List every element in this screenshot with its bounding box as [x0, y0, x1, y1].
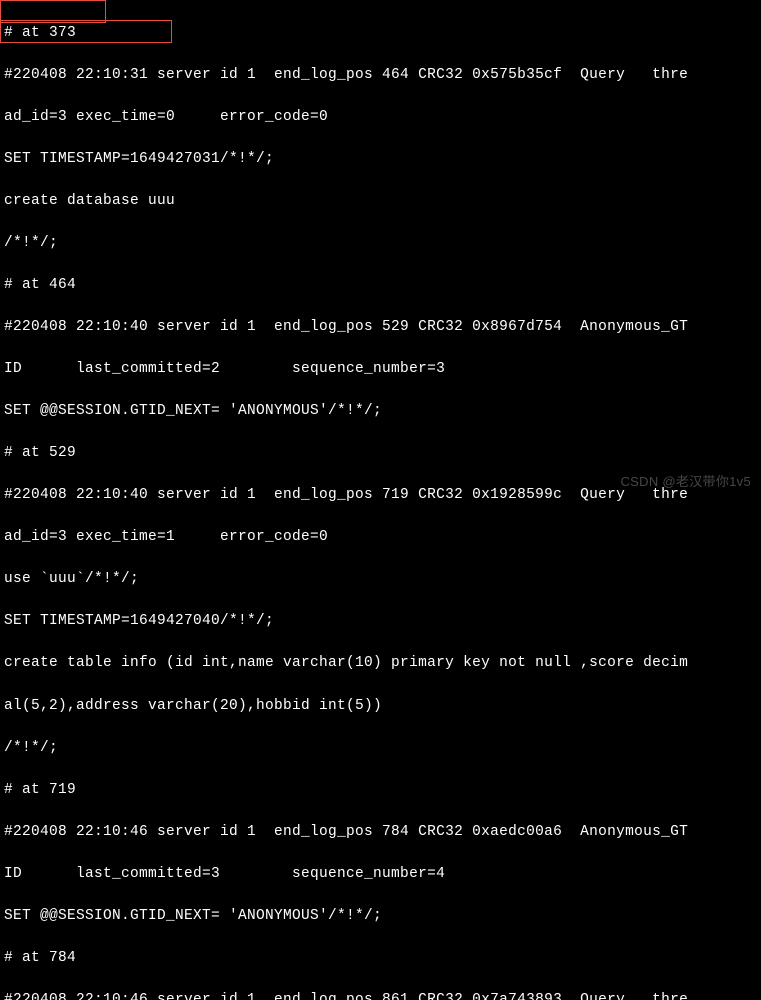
terminal-line: #220408 22:10:31 server id 1 end_log_pos…: [4, 65, 757, 86]
terminal-line: # at 373: [4, 23, 757, 44]
terminal-line: /*!*/;: [4, 738, 757, 759]
terminal-line: ID last_committed=2 sequence_number=3: [4, 359, 757, 380]
watermark-text: CSDN @老汉带你1v5: [620, 473, 751, 492]
terminal-line: ad_id=3 exec_time=0 error_code=0: [4, 107, 757, 128]
terminal-line: # at 464: [4, 275, 757, 296]
terminal-line: # at 784: [4, 948, 757, 969]
terminal-line: #220408 22:10:46 server id 1 end_log_pos…: [4, 822, 757, 843]
terminal-line: create table info (id int,name varchar(1…: [4, 653, 757, 674]
terminal-line: #220408 22:10:40 server id 1 end_log_pos…: [4, 317, 757, 338]
terminal-line: SET TIMESTAMP=1649427031/*!*/;: [4, 149, 757, 170]
terminal-line: ID last_committed=3 sequence_number=4: [4, 864, 757, 885]
terminal-line: SET TIMESTAMP=1649427040/*!*/;: [4, 611, 757, 632]
terminal-output: # at 373 #220408 22:10:31 server id 1 en…: [4, 2, 757, 1000]
terminal-line: # at 529: [4, 443, 757, 464]
terminal-line: SET @@SESSION.GTID_NEXT= 'ANONYMOUS'/*!*…: [4, 906, 757, 927]
terminal-line: /*!*/;: [4, 233, 757, 254]
terminal-line: SET @@SESSION.GTID_NEXT= 'ANONYMOUS'/*!*…: [4, 401, 757, 422]
terminal-line: use `uuu`/*!*/;: [4, 569, 757, 590]
terminal-line: create database uuu: [4, 191, 757, 212]
terminal-line: ad_id=3 exec_time=1 error_code=0: [4, 527, 757, 548]
terminal-line: al(5,2),address varchar(20),hobbid int(5…: [4, 696, 757, 717]
terminal-line: #220408 22:10:46 server id 1 end_log_pos…: [4, 990, 757, 1000]
terminal-line: # at 719: [4, 780, 757, 801]
